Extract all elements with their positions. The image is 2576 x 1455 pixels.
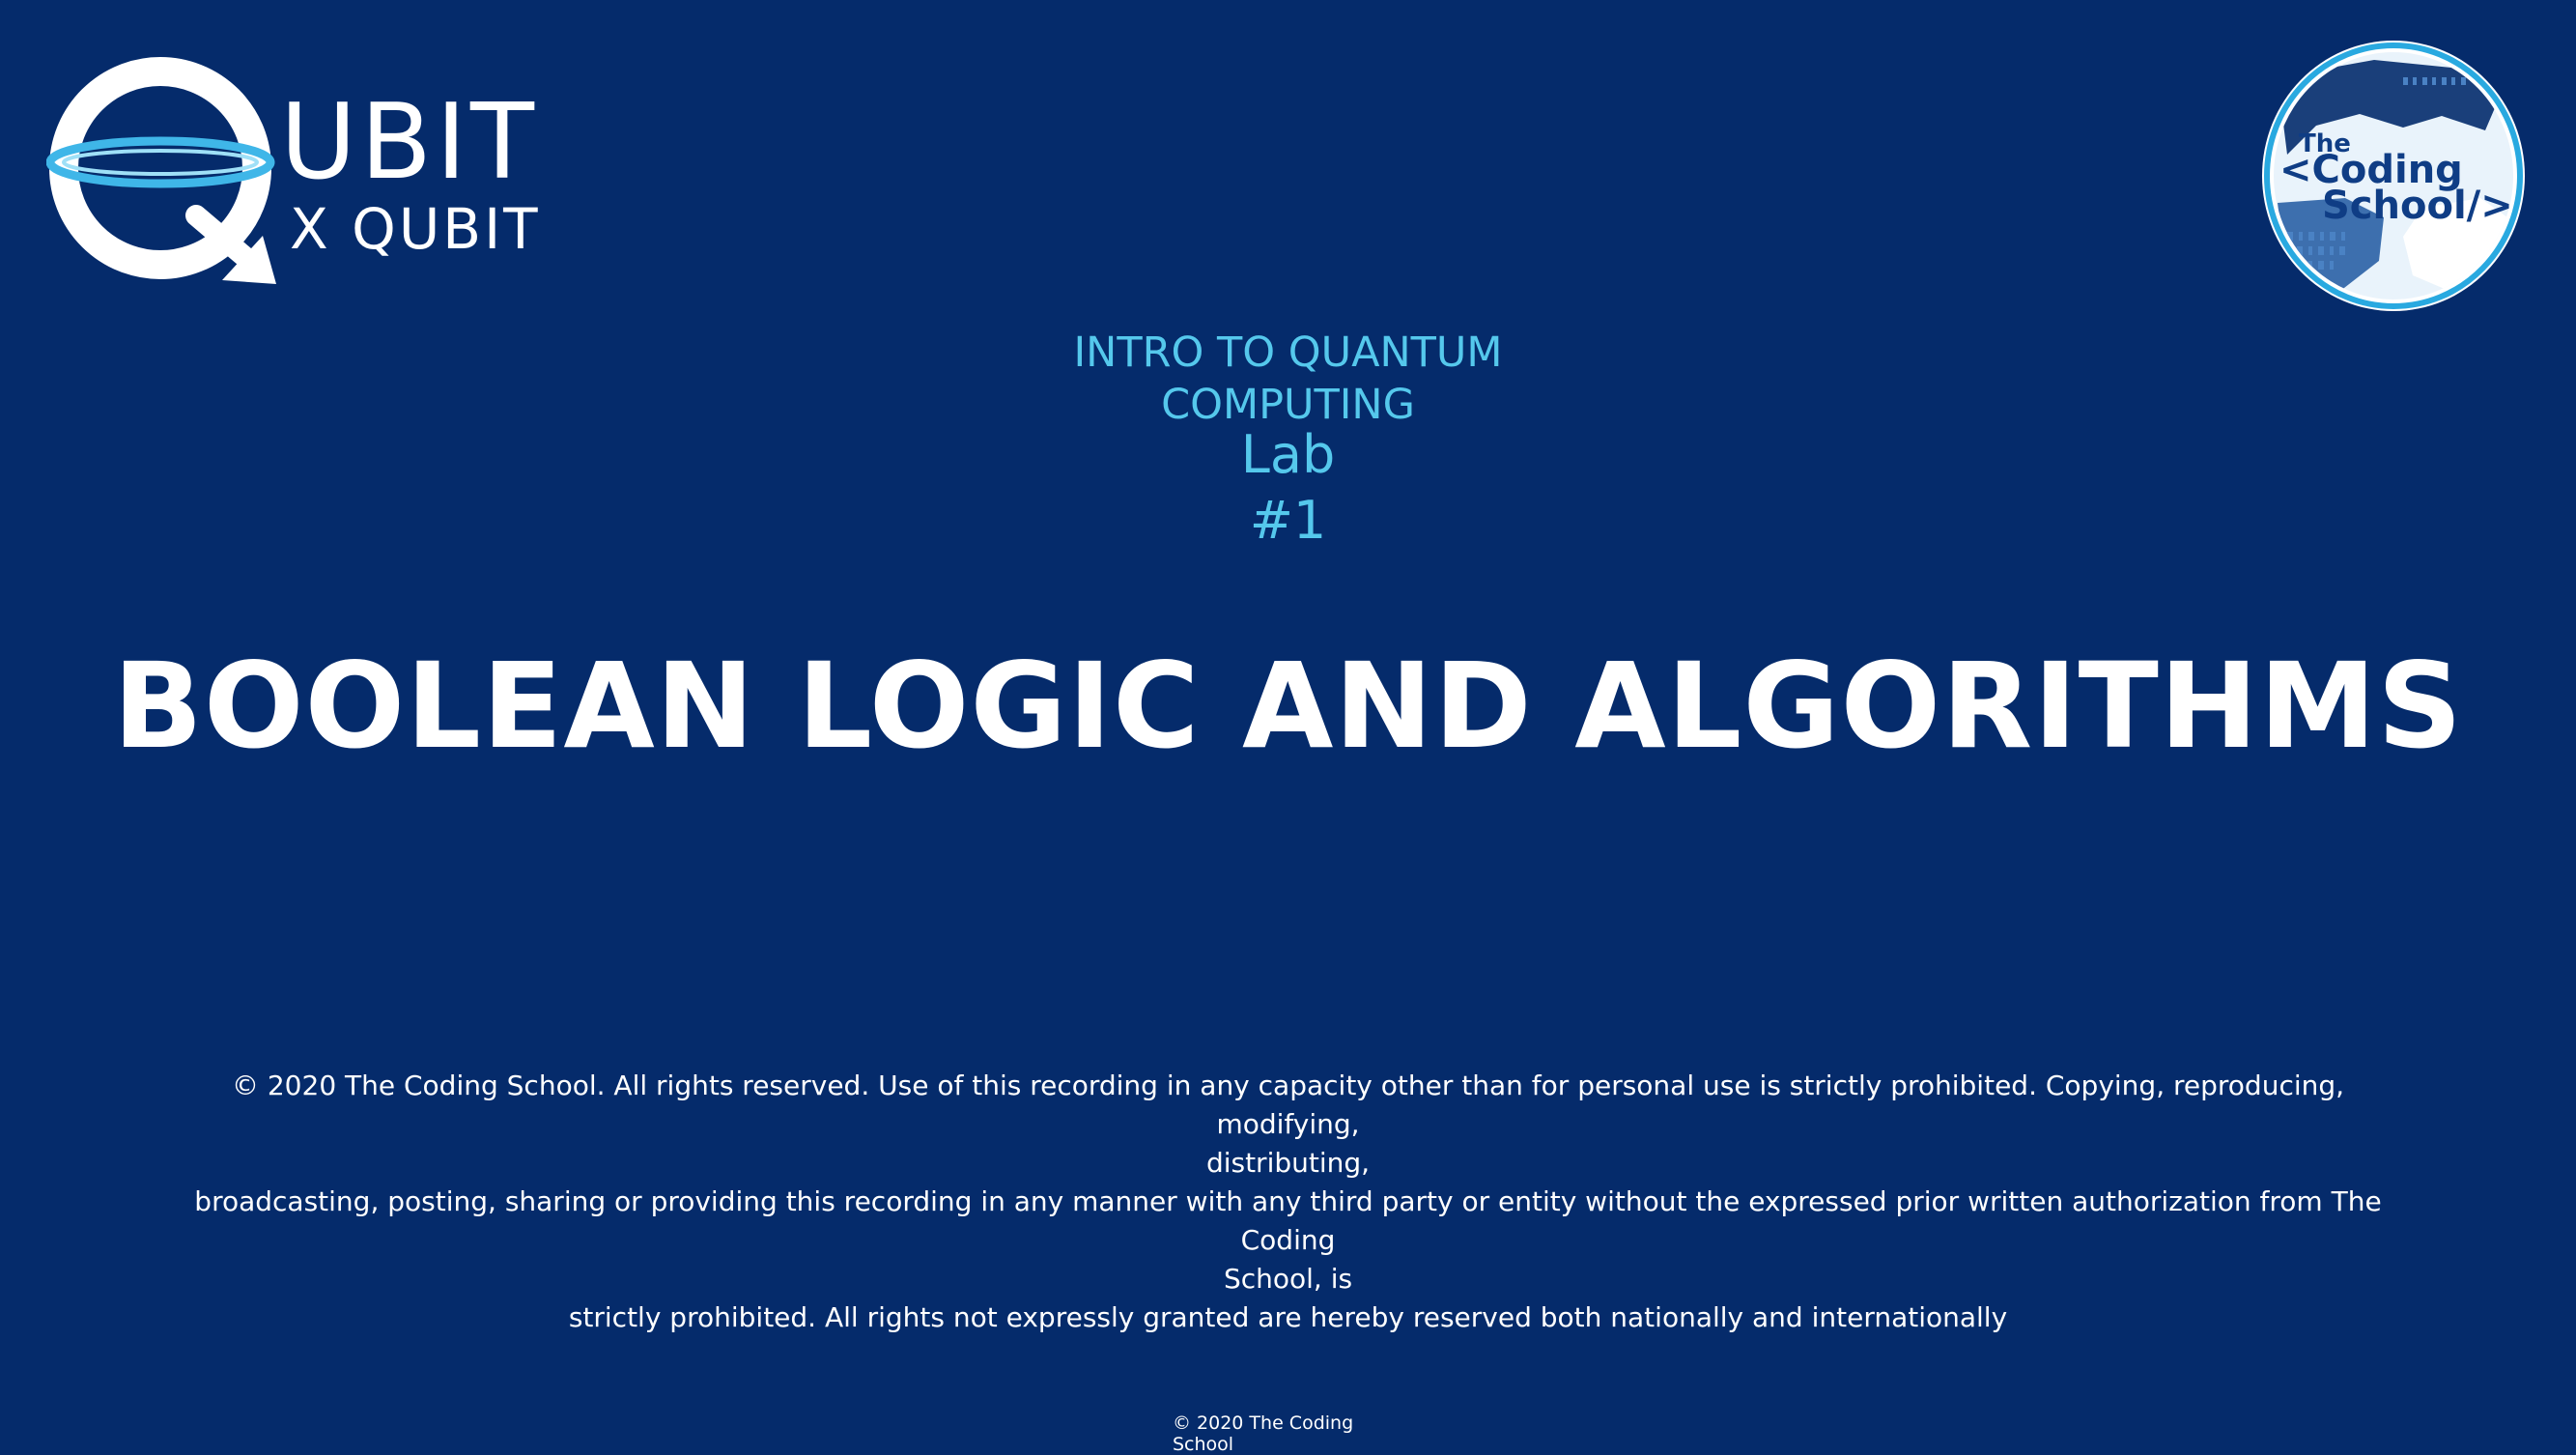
qubit-wordmark: UBIT xyxy=(280,82,538,203)
lab-number: #1 xyxy=(1249,490,1327,551)
lab-label: Lab xyxy=(1240,424,1336,485)
copyright-notice-line-2: distributing, xyxy=(1205,1147,1371,1179)
coding-school-badge: The <Coding School/> xyxy=(2258,39,2529,314)
x-qubit-wordmark: X QUBIT xyxy=(290,196,541,262)
course-name-line-1: INTRO TO QUANTUM xyxy=(1073,328,1503,377)
copyright-notice-line-1: © 2020 The Coding School. All rights res… xyxy=(231,1070,2345,1140)
school-badge-school: School/> xyxy=(2322,184,2513,228)
copyright-notice-line-5: strictly prohibited. All rights not expr… xyxy=(568,1301,2008,1333)
course-name-line-2: COMPUTING xyxy=(1161,381,1415,429)
copyright-notice: © 2020 The Coding School. All rights res… xyxy=(193,1067,2383,1337)
qubit-q-icon xyxy=(46,57,276,284)
slide: UBIT X QUBIT The <Coding School/> INTRO … xyxy=(0,0,2576,1455)
qubit-by-qubit-logo: UBIT X QUBIT xyxy=(46,56,568,288)
footer-line-2: School xyxy=(1173,1434,1234,1455)
footer-line-1: © 2020 The Coding xyxy=(1173,1412,1354,1434)
slide-title: BOOLEAN LOGIC AND ALGORITHMS xyxy=(112,638,2464,775)
copyright-notice-line-3: broadcasting, posting, sharing or provid… xyxy=(194,1185,2382,1256)
copyright-notice-line-4: School, is xyxy=(1223,1263,1353,1295)
footer-copyright: © 2020 The Coding School xyxy=(1173,1412,1385,1455)
